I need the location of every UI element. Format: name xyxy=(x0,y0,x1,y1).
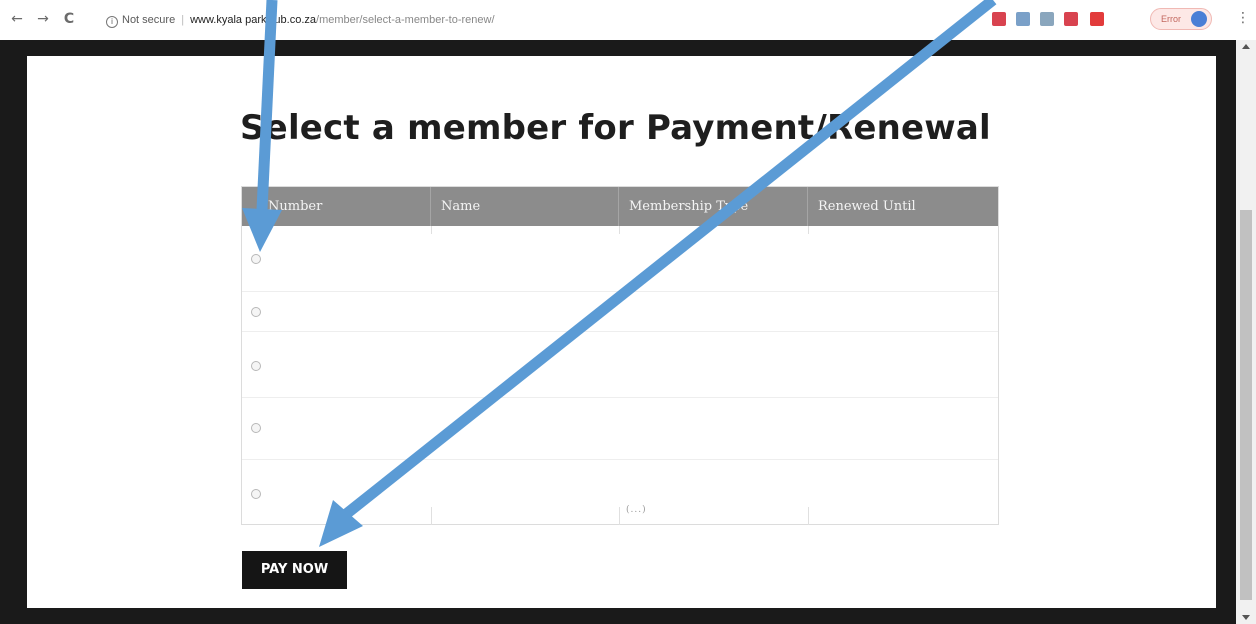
column-divider xyxy=(431,507,432,525)
column-header-number: Number xyxy=(242,187,431,226)
column-header-renewed-until: Renewed Until xyxy=(818,199,916,214)
table-header: Number Name Membership Type Renewed Unti… xyxy=(242,187,998,226)
profile-status-text: Error xyxy=(1161,14,1181,24)
forward-arrow-icon[interactable]: → xyxy=(34,10,52,28)
browser-menu-icon[interactable]: ⋮ xyxy=(1236,10,1250,26)
column-divider xyxy=(808,507,809,525)
reload-icon[interactable]: C xyxy=(60,10,78,28)
extension-icon[interactable] xyxy=(1040,12,1054,26)
url-host: www.kyala parkclub.co.za xyxy=(190,14,317,26)
extension-icon[interactable] xyxy=(1064,12,1078,26)
extension-icon[interactable] xyxy=(992,12,1006,26)
column-divider xyxy=(431,226,432,234)
member-radio-5[interactable] xyxy=(251,489,261,499)
page-title: Select a member for Payment/Renewal xyxy=(240,108,991,148)
pay-now-button[interactable]: PAY NOW xyxy=(242,551,347,589)
scroll-thumb[interactable] xyxy=(1240,210,1252,600)
row-divider xyxy=(242,397,998,398)
scroll-up-icon[interactable] xyxy=(1242,44,1250,49)
avatar xyxy=(1191,11,1207,27)
security-label: Not secure xyxy=(122,14,176,26)
browser-toolbar: ← → C i Not secure | www.kyala parkclub.co.… xyxy=(0,0,1256,40)
column-divider xyxy=(808,226,809,234)
back-arrow-icon[interactable]: ← xyxy=(8,10,26,28)
member-radio-3[interactable] xyxy=(251,361,261,371)
column-divider xyxy=(619,507,620,525)
row-divider xyxy=(242,459,998,460)
column-header-name: Name xyxy=(431,187,619,226)
member-radio-1[interactable] xyxy=(251,254,261,264)
info-icon[interactable]: i xyxy=(106,16,118,28)
page-content: Select a member for Payment/Renewal Numb… xyxy=(27,56,1216,608)
extension-icon[interactable] xyxy=(1016,12,1030,26)
row-divider xyxy=(242,331,998,332)
cut-off-cell-text: (...) xyxy=(626,505,647,515)
member-radio-4[interactable] xyxy=(251,423,261,433)
scroll-down-icon[interactable] xyxy=(1242,615,1250,620)
profile-error-chip[interactable]: Error xyxy=(1150,8,1212,30)
row-divider xyxy=(242,291,998,292)
member-table: Number Name Membership Type Renewed Unti… xyxy=(241,186,999,525)
url-path: /member/select-a-member-to-renew/ xyxy=(316,14,495,26)
vertical-scrollbar[interactable] xyxy=(1236,40,1256,624)
address-bar[interactable]: i Not secure | www.kyala parkclub.co.za/mem… xyxy=(106,7,586,33)
extension-icon[interactable] xyxy=(1090,12,1104,26)
bookmark-star-icon[interactable]: ☆ xyxy=(964,11,976,26)
column-divider xyxy=(619,226,620,234)
member-radio-2[interactable] xyxy=(251,307,261,317)
column-header-membership-type: Membership Type xyxy=(619,187,808,226)
